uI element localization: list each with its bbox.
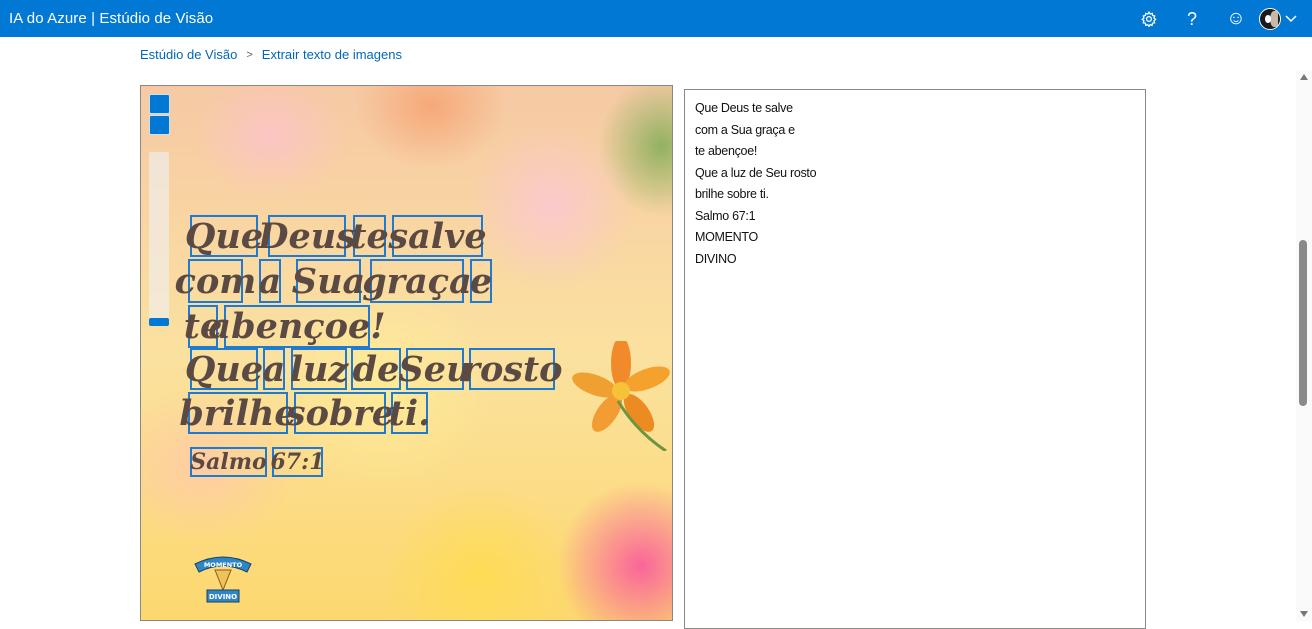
ocr-word[interactable]: a (259, 259, 281, 303)
account-menu[interactable] (1259, 7, 1305, 31)
app-title: IA do Azure | Estúdio de Visão (9, 10, 214, 27)
chevron-down-icon (1285, 10, 1297, 28)
extracted-text-line: Que a luz de Seu rosto (695, 165, 817, 180)
top-bar: IA do Azure | Estúdio de Visão ? ☺ (0, 0, 1312, 37)
ocr-word[interactable]: e (470, 259, 492, 303)
ocr-word[interactable]: a (263, 348, 285, 390)
page-scrollbar[interactable] (1296, 70, 1312, 621)
ocr-word[interactable]: abençoe! (208, 305, 386, 348)
extracted-text-line: Salmo 67:1 (695, 208, 756, 223)
ocr-word[interactable]: salve (388, 215, 487, 257)
flower-graphic (572, 341, 670, 451)
zoom-slider[interactable] (149, 152, 169, 326)
ocr-word[interactable]: rosto (462, 348, 563, 390)
logo-text-top: MOMENTO (204, 561, 243, 569)
ocr-word[interactable]: Seu (399, 348, 472, 390)
ocr-word[interactable]: com (175, 259, 256, 303)
momento-divino-logo: MOMENTO DIVINO (194, 556, 252, 603)
scroll-down-arrow-icon[interactable] (1300, 611, 1308, 617)
ocr-word[interactable]: Deus (258, 215, 356, 257)
ocr-word[interactable]: brilhe (179, 392, 297, 434)
ocr-word[interactable]: de (351, 348, 401, 390)
breadcrumb: Estúdio de Visão > Extrair texto de imag… (140, 47, 402, 62)
zoom-in-button[interactable] (149, 94, 170, 114)
extracted-text-line: MOMENTO (695, 230, 758, 244)
image-preview[interactable]: Que Deus te salve com a Sua graça e te a… (140, 85, 673, 621)
ocr-word[interactable]: 67:1 (270, 447, 325, 477)
chevron-right-icon: > (246, 48, 253, 61)
ocr-word[interactable]: Que (185, 215, 263, 257)
ocr-word[interactable]: Sua (292, 259, 365, 303)
avatar (1259, 8, 1281, 30)
help-icon[interactable]: ? (1180, 7, 1204, 31)
breadcrumb-home-link[interactable]: Estúdio de Visão (140, 47, 237, 62)
scrollbar-thumb[interactable] (1299, 240, 1307, 406)
logo-text-bottom: DIVINO (209, 593, 237, 601)
zoom-out-button[interactable] (149, 115, 170, 135)
ocr-word[interactable]: sobre (286, 392, 394, 434)
extracted-text-line: Que Deus te salve (695, 101, 793, 115)
zoom-slider-thumb[interactable] (149, 318, 169, 326)
ocr-word[interactable]: graça (362, 259, 472, 303)
ocr-word[interactable]: luz (290, 348, 348, 390)
extracted-text-line: brilhe sobre ti. (695, 187, 769, 201)
smiley-icon[interactable]: ☺ (1224, 7, 1248, 31)
ocr-word[interactable]: ti. (389, 392, 430, 434)
extracted-text-line: te abençoe! (695, 144, 758, 158)
ocr-word[interactable]: Salmo (190, 447, 267, 477)
extracted-text-line: com a Sua graça e (695, 122, 795, 137)
ocr-word[interactable]: te (350, 215, 389, 257)
gear-icon[interactable] (1137, 7, 1161, 31)
extracted-text-panel[interactable]: Que Deus te salve com a Sua graça e te a… (684, 89, 1146, 629)
extracted-text-line: DIVINO (695, 251, 737, 266)
scroll-up-arrow-icon[interactable] (1300, 74, 1308, 80)
ocr-word[interactable]: Que (185, 348, 263, 390)
breadcrumb-current-link[interactable]: Extrair texto de imagens (262, 47, 402, 62)
